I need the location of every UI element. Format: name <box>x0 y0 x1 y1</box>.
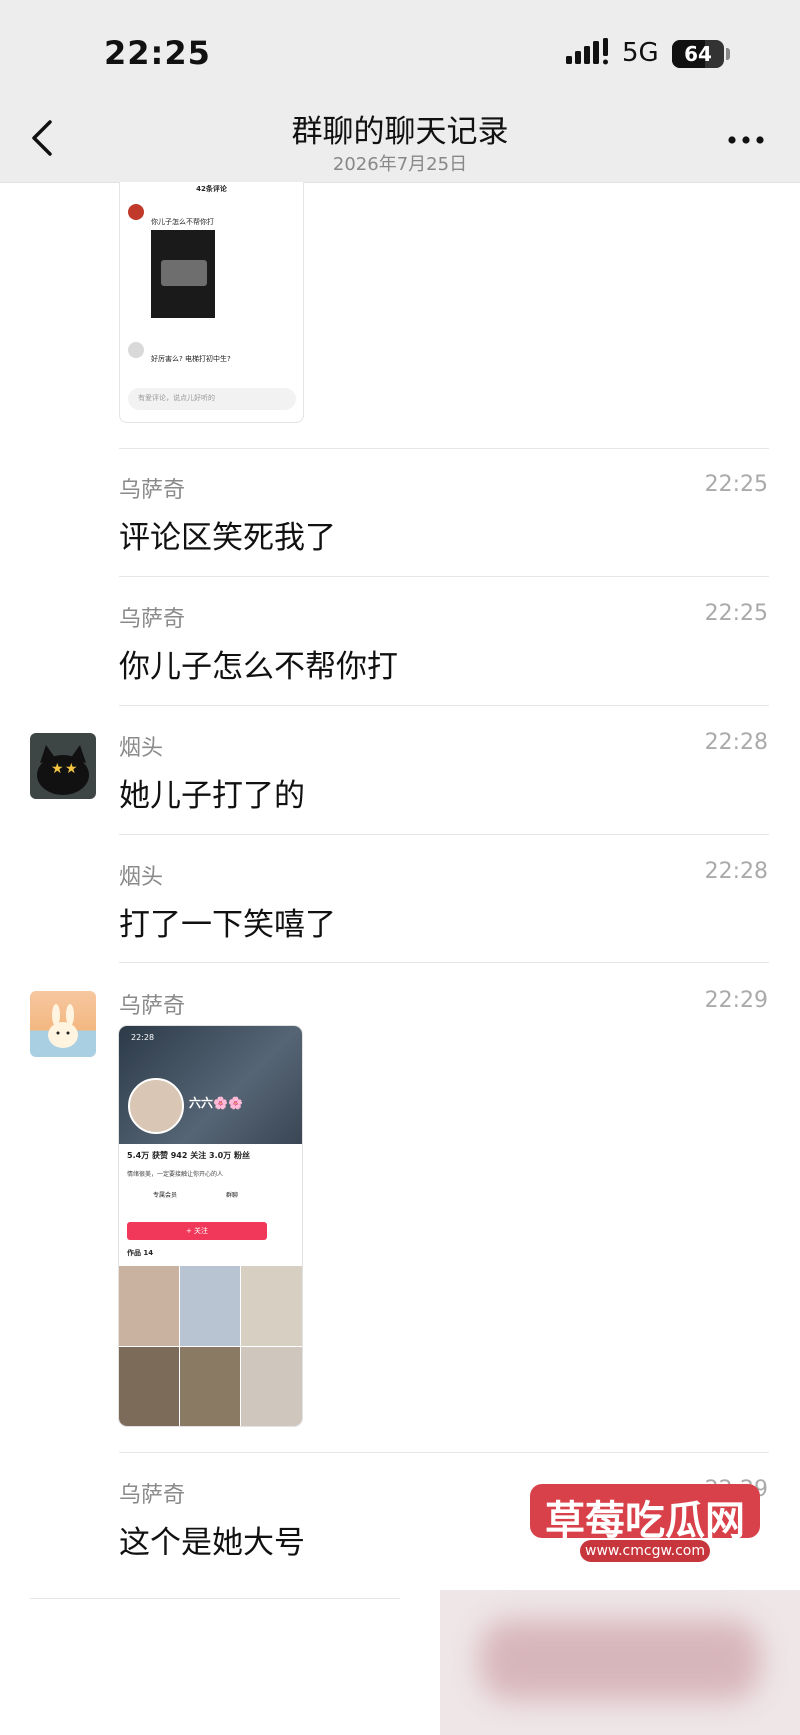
profile-stats: 5.4万 获赞 942 关注 3.0万 粉丝 <box>127 1151 250 1160</box>
sender-name: 乌萨奇 <box>119 607 186 632</box>
page-title: 群聊的聊天记录 <box>291 114 509 150</box>
cat-avatar-icon: ★ ★ <box>37 745 89 795</box>
rabbit-avatar-icon <box>48 1004 78 1048</box>
message-text[interactable]: 打了一下笑嘻了 <box>119 899 336 944</box>
commenter-avatar <box>128 204 144 220</box>
profile-screenshot-image[interactable]: 22:28 六六🌸🌸 5.4万 获赞 942 关注 3.0万 粉丝 情绪很美，一… <box>119 1026 302 1426</box>
works-label: 作品 14 <box>127 1249 154 1257</box>
site-watermark: 草莓吃瓜网 www.cmcgw.com <box>530 1484 760 1574</box>
comment-input-bar: 有爱评论，说点儿好听的 <box>128 388 296 410</box>
status-bar: 22:25 5G 64 <box>0 0 800 92</box>
comment-count-title: 42条评论 <box>196 185 227 193</box>
message-text[interactable]: 她儿子打了的 <box>119 770 305 815</box>
grid-photo <box>241 1347 302 1426</box>
message-divider <box>119 576 769 577</box>
message-divider <box>119 705 769 706</box>
profile-status-time: 22:28 <box>131 1033 155 1042</box>
photo-grid <box>119 1266 302 1426</box>
comment-video-thumbnail <box>151 230 215 318</box>
battery-icon: 64 <box>672 40 724 68</box>
signal-icon <box>566 38 608 65</box>
message-text[interactable]: 这个是她大号 <box>119 1517 305 1562</box>
sender-name: 乌萨奇 <box>119 1483 186 1508</box>
watermark-text: 草莓吃瓜网 <box>545 1498 745 1544</box>
profile-tag-vip: 专属会员 <box>153 1192 178 1199</box>
message-divider <box>119 962 769 963</box>
avatar-usagi[interactable] <box>30 991 96 1057</box>
comment-avatar-2 <box>128 342 144 358</box>
sender-name: 乌萨奇 <box>119 994 186 1019</box>
message-time: 22:28 <box>704 859 768 884</box>
profile-bio: 情绪很美，一定要接触让你开心的人 <box>127 1171 224 1178</box>
sender-name: 烟头 <box>119 736 164 761</box>
network-type: 5G <box>622 38 659 68</box>
profile-name: 六六🌸🌸 <box>189 1096 243 1110</box>
message-text[interactable]: 评论区笑死我了 <box>119 512 336 557</box>
sender-name: 烟头 <box>119 865 164 890</box>
grid-photo <box>241 1266 302 1346</box>
message-time: 22:28 <box>704 730 768 755</box>
message-time: 22:29 <box>704 988 768 1013</box>
svg-text:★: ★ <box>51 761 64 777</box>
profile-avatar <box>128 1078 184 1134</box>
battery-percent: 64 <box>684 42 712 66</box>
profile-tag-group: 群聊 <box>226 1192 239 1199</box>
comment-input-placeholder: 有爱评论，说点儿好听的 <box>138 394 215 402</box>
chat-header: 群聊的聊天记录 2026年7月25日 <box>0 92 800 183</box>
message-divider <box>119 834 769 835</box>
avatar-smoke[interactable]: ★ ★ <box>30 733 96 799</box>
comment-screenshot-image[interactable]: 42条评论 你儿子怎么不帮你打 好厉害么? 电梯打初中生? 有爱评论，说点儿好听… <box>119 182 304 423</box>
message-divider <box>30 1598 400 1599</box>
blurred-region <box>440 1590 800 1735</box>
grid-photo <box>180 1347 240 1426</box>
profile-banner: 22:28 六六🌸🌸 <box>119 1026 302 1144</box>
comment-text: 你儿子怎么不帮你打 <box>151 218 214 226</box>
message-time: 22:25 <box>704 472 768 497</box>
grid-photo <box>119 1347 179 1426</box>
grid-photo <box>119 1266 179 1346</box>
grid-photo <box>180 1266 240 1346</box>
page-subtitle-date: 2026年7月25日 <box>332 154 468 175</box>
comment-text-2: 好厉害么? 电梯打初中生? <box>151 355 231 363</box>
svg-text:★: ★ <box>65 761 78 777</box>
sender-name: 乌萨奇 <box>119 478 186 503</box>
watermark-url: www.cmcgw.com <box>580 1540 710 1562</box>
message-divider <box>119 1452 769 1453</box>
message-time: 22:25 <box>704 601 768 626</box>
follow-button: + 关注 <box>127 1222 267 1240</box>
message-text[interactable]: 你儿子怎么不帮你打 <box>119 641 398 686</box>
battery-tip <box>726 48 730 60</box>
status-time: 22:25 <box>104 34 211 72</box>
more-icon[interactable] <box>722 116 770 160</box>
message-divider <box>119 448 769 449</box>
